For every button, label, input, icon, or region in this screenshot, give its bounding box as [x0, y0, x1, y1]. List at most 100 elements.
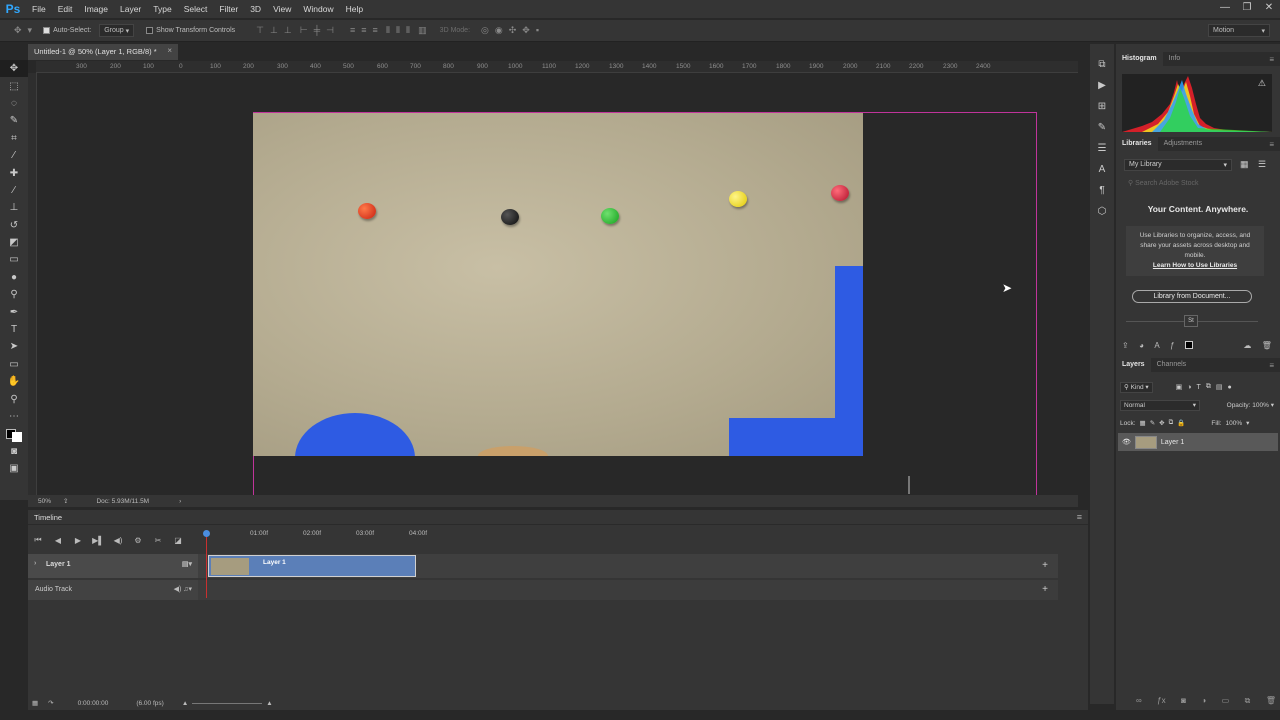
menu-help[interactable]: Help: [340, 4, 369, 14]
audio-controls-icon[interactable]: ◀) ♫▾: [174, 585, 192, 593]
timeline-zoom-slider[interactable]: [192, 702, 263, 704]
gradient-tool-icon[interactable]: ▭: [0, 251, 28, 268]
lock-position-icon[interactable]: ✥: [1159, 419, 1164, 427]
blur-tool-icon[interactable]: ●: [0, 269, 28, 286]
close-icon[interactable]: ×: [167, 46, 172, 55]
restore-button[interactable]: ❐: [1236, 0, 1258, 18]
paragraph-styles-icon[interactable]: ☰: [1090, 138, 1114, 159]
add-layer-style-icon[interactable]: ƒ: [1170, 341, 1174, 353]
list-view-icon[interactable]: ☰: [1258, 159, 1266, 170]
tab-info[interactable]: Info: [1163, 52, 1187, 66]
3d-slide-icon[interactable]: ✥: [522, 25, 530, 35]
3d-orbit-icon[interactable]: ◎: [481, 25, 489, 35]
opacity-input[interactable]: 100%: [1252, 402, 1269, 409]
convert-frame-animation-icon[interactable]: ▦: [32, 699, 38, 707]
fill-input[interactable]: 100%: [1225, 420, 1242, 427]
new-group-icon[interactable]: ▭: [1222, 696, 1230, 706]
tool-preset-dropdown-icon[interactable]: ▾: [28, 25, 33, 36]
add-audio-icon[interactable]: +: [1042, 584, 1048, 595]
tab-histogram[interactable]: Histogram: [1116, 52, 1163, 66]
panel-menu-icon[interactable]: ≡: [1269, 140, 1274, 149]
tab-layers[interactable]: Layers: [1116, 358, 1151, 372]
filter-adjustment-icon[interactable]: ◑: [1187, 384, 1191, 391]
quick-select-tool-icon[interactable]: ✎: [0, 112, 28, 129]
menu-select[interactable]: Select: [178, 4, 214, 14]
settings-gear-icon[interactable]: ⚙: [128, 536, 148, 545]
previous-frame-icon[interactable]: ◀: [48, 536, 68, 545]
dodge-tool-icon[interactable]: ⚲: [0, 286, 28, 303]
auto-select-checkbox[interactable]: Auto-Select:: [43, 27, 91, 34]
upload-icon[interactable]: ⇪: [1122, 341, 1129, 353]
render-video-icon[interactable]: ↷: [48, 699, 53, 707]
play-icon[interactable]: ▶: [68, 536, 88, 545]
screen-mode-icon[interactable]: ▣: [0, 460, 28, 477]
layer-row[interactable]: 👁 Layer 1: [1118, 433, 1278, 451]
lock-artboard-icon[interactable]: ⧉: [1169, 419, 1174, 427]
menu-layer[interactable]: Layer: [114, 4, 147, 14]
menu-view[interactable]: View: [267, 4, 297, 14]
tab-libraries[interactable]: Libraries: [1116, 137, 1158, 151]
chevron-right-icon[interactable]: ›: [179, 498, 181, 505]
actions-panel-icon[interactable]: ▶: [1090, 75, 1114, 96]
panel-menu-icon[interactable]: ≡: [1269, 55, 1274, 64]
distribute-right-icon[interactable]: ⦀: [406, 25, 410, 35]
layer-kind-filter[interactable]: ⚲ Kind ▾: [1120, 381, 1153, 393]
move-tool-icon[interactable]: ✥: [14, 25, 22, 36]
lock-image-icon[interactable]: ✎: [1150, 419, 1155, 427]
video-clip[interactable]: Layer 1: [208, 555, 416, 577]
film-strip-icon[interactable]: ▤▾: [182, 560, 192, 568]
3d-panel-icon[interactable]: ⬡: [1090, 201, 1114, 222]
document-tab[interactable]: Untitled-1 @ 50% (Layer 1, RGB/8) * ×: [28, 44, 178, 60]
foreground-color-icon[interactable]: [1184, 341, 1193, 349]
menu-file[interactable]: File: [26, 4, 52, 14]
timeline-ruler[interactable]: 01:00f 02:00f 03:00f 04:00f: [206, 528, 1058, 548]
link-layers-icon[interactable]: ∞: [1136, 696, 1142, 706]
layer-image[interactable]: [253, 113, 863, 456]
brush-settings-icon[interactable]: ✎: [1090, 117, 1114, 138]
menu-window[interactable]: Window: [297, 4, 339, 14]
grid-view-icon[interactable]: ▦: [1240, 159, 1249, 170]
add-character-style-icon[interactable]: A: [1154, 341, 1159, 353]
layer-style-icon[interactable]: ƒx: [1157, 696, 1165, 706]
menu-filter[interactable]: Filter: [213, 4, 244, 14]
align-left-icon[interactable]: ⊢: [300, 25, 308, 35]
3d-scale-icon[interactable]: ▪: [536, 25, 539, 35]
distribute-hcenter-icon[interactable]: ⦀: [396, 25, 400, 35]
distribute-bottom-icon[interactable]: ≡: [373, 25, 378, 35]
3d-roll-icon[interactable]: ◉: [495, 25, 503, 35]
zoom-in-icon[interactable]: ▲: [266, 700, 272, 707]
paragraph-panel-icon[interactable]: ¶: [1090, 180, 1114, 201]
cloud-sync-icon[interactable]: ☁: [1243, 341, 1251, 353]
menu-3d[interactable]: 3D: [244, 4, 267, 14]
more-tools-icon[interactable]: ⋯: [0, 408, 28, 425]
visibility-eye-icon[interactable]: 👁: [1122, 438, 1131, 446]
path-select-tool-icon[interactable]: ➤: [0, 338, 28, 355]
close-button[interactable]: ✕: [1258, 0, 1280, 18]
pen-tool-icon[interactable]: ✒: [0, 303, 28, 320]
character-panel-icon[interactable]: A: [1090, 159, 1114, 180]
history-brush-tool-icon[interactable]: ↺: [0, 217, 28, 234]
color-swatches-icon[interactable]: [0, 425, 28, 442]
crop-tool-icon[interactable]: ⌗: [0, 130, 28, 147]
properties-panel-icon[interactable]: ⊞: [1090, 96, 1114, 117]
canvas-area[interactable]: ➤: [37, 73, 1078, 495]
zoom-level[interactable]: 50%: [38, 498, 51, 505]
clone-stamp-tool-icon[interactable]: ⊥: [0, 199, 28, 216]
align-hcenter-icon[interactable]: ╪: [314, 25, 320, 35]
show-transform-checkbox[interactable]: Show Transform Controls: [146, 27, 235, 34]
brush-tool-icon[interactable]: ∕: [0, 182, 28, 199]
filter-toggle-icon[interactable]: ●: [1227, 384, 1231, 391]
menu-image[interactable]: Image: [78, 4, 114, 14]
add-media-icon[interactable]: +: [1042, 560, 1048, 571]
align-right-icon[interactable]: ⊣: [326, 25, 334, 35]
menu-edit[interactable]: Edit: [52, 4, 79, 14]
library-dropdown[interactable]: My Library ▾: [1124, 159, 1232, 171]
panel-menu-icon[interactable]: ≡: [1269, 361, 1274, 370]
add-mask-icon[interactable]: ◙: [1181, 696, 1186, 706]
workspace-switcher[interactable]: Motion ▾: [1208, 24, 1270, 37]
quick-mask-icon[interactable]: ◙: [0, 443, 28, 460]
type-tool-icon[interactable]: T: [0, 321, 28, 338]
share-icon[interactable]: ⇪: [63, 497, 68, 505]
minimize-button[interactable]: —: [1214, 0, 1236, 18]
lock-all-icon[interactable]: 🔒: [1177, 419, 1185, 427]
